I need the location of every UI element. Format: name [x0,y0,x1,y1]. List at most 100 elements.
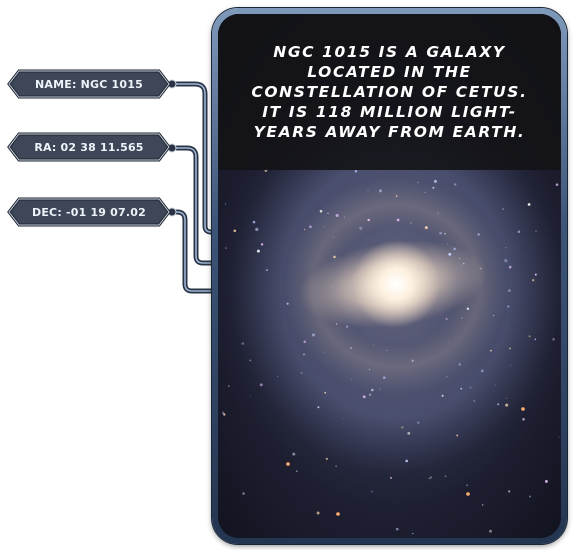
star [343,216,345,218]
star [494,384,496,386]
star [417,421,420,424]
star [505,246,507,248]
star [407,431,411,435]
star [395,527,399,531]
star [552,337,555,341]
star [544,479,548,483]
star [506,397,507,399]
star [558,436,560,438]
star [448,342,450,344]
star [292,452,296,456]
star [255,227,259,231]
star [265,269,268,272]
star [286,462,290,466]
star [463,262,465,265]
star [466,492,470,496]
galaxy-description: NGC 1015 is a galaxy located in the cons… [251,43,528,141]
star [458,363,461,366]
star [259,383,263,387]
star [441,394,444,397]
star [249,395,251,397]
star [312,333,315,337]
star [350,347,352,349]
star [497,403,500,406]
star [324,391,327,394]
star [461,317,463,320]
star [303,340,307,343]
name-label: NAME: NGC 1015 [35,77,143,91]
star [256,249,260,253]
star [479,267,482,270]
star [324,226,325,228]
star [517,230,521,234]
star [466,484,468,486]
star [504,259,508,263]
star [424,226,428,230]
star [277,376,279,378]
star [528,335,531,338]
star [286,302,289,305]
star [335,323,338,325]
star [382,376,386,380]
star [395,195,398,197]
star [527,203,531,206]
star [367,190,369,192]
star [319,209,323,213]
star [223,413,226,416]
star [336,512,340,516]
galaxy-card: NGC 1015 is a galaxy located in the cons… [212,8,567,544]
star [445,317,448,321]
star [300,372,303,374]
star [509,347,511,350]
star [428,477,430,479]
star [446,376,448,378]
star [466,307,470,310]
star [412,532,414,535]
star [480,369,484,373]
star [241,342,244,345]
star [332,286,334,288]
name-tag: NAME: NGC 1015 [7,69,171,99]
star [359,226,363,230]
star [249,359,252,362]
star [242,492,245,495]
star [379,388,381,390]
star [507,289,511,292]
star [362,395,366,399]
star [481,504,484,506]
star [379,189,382,193]
star [317,406,320,409]
star [389,476,393,479]
star [534,273,537,276]
galaxy-card-inner: NGC 1015 is a galaxy located in the cons… [218,14,561,538]
description-box: NGC 1015 is a galaxy located in the cons… [218,14,561,170]
star [233,229,237,233]
star [535,230,537,232]
star [260,243,264,246]
dec-label: DEC: -01 19 07.02 [32,205,146,219]
star [505,403,509,407]
star [322,351,324,353]
star [444,232,446,235]
star [521,407,525,411]
star [333,255,336,259]
star [460,264,462,266]
star [333,237,335,239]
star [507,305,510,308]
star [531,278,535,282]
star [224,203,227,205]
star [492,314,495,317]
ra-label: RA: 02 38 11.565 [34,140,144,154]
dec-tag: DEC: -01 19 07.02 [7,197,171,227]
star [433,179,437,183]
star [372,344,374,346]
star [405,459,409,463]
star [555,183,559,186]
star [316,511,320,515]
star [368,368,371,371]
star [308,225,312,229]
star [303,353,305,356]
star [453,247,456,251]
star [502,208,504,210]
star [410,222,412,224]
